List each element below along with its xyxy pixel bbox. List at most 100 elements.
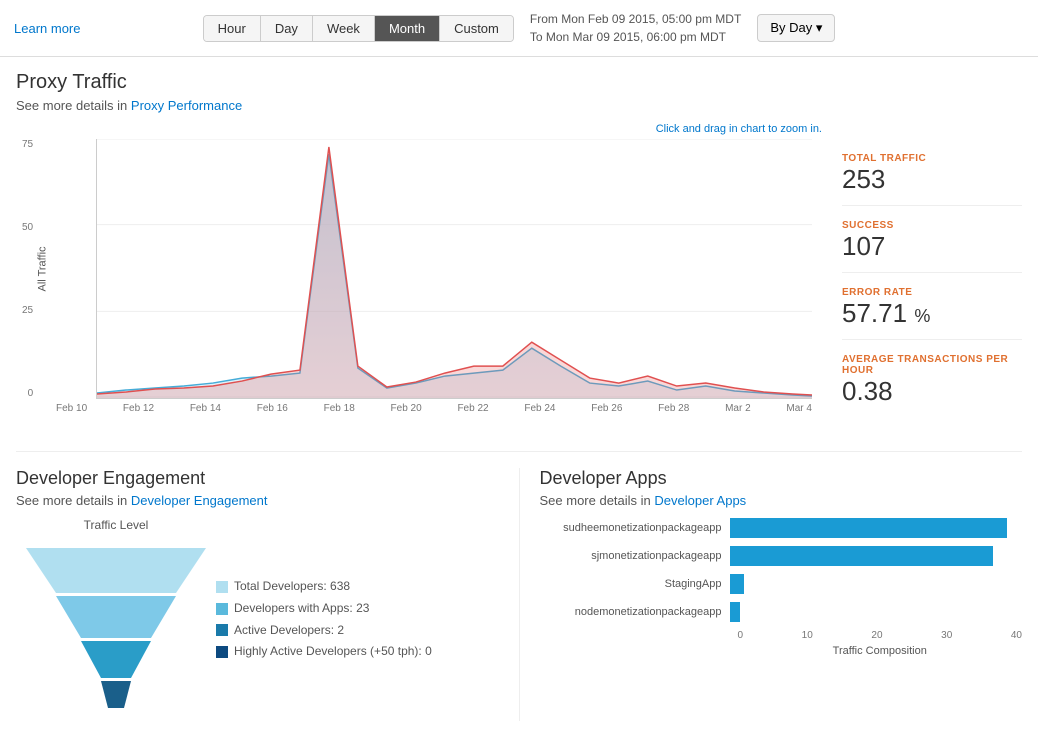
developer-engagement-title: Developer Engagement xyxy=(16,468,499,489)
legend-item-4: Highly Active Developers (+50 tph): 0 xyxy=(216,641,432,663)
error-rate-label: ERROR RATE xyxy=(842,287,1022,298)
x-label-feb10: Feb 10 xyxy=(56,403,87,414)
learn-more-link[interactable]: Learn more xyxy=(14,21,80,36)
bottom-sections: Developer Engagement See more details in… xyxy=(16,451,1022,721)
chart-hint: Click and drag in chart to zoom in. xyxy=(16,123,822,135)
bar-label-0: sudheemonetizationpackageapp xyxy=(540,522,730,534)
bar-label-1: sjmonetizationpackageapp xyxy=(540,550,730,562)
error-rate-value: 57.71 % xyxy=(842,298,1022,329)
bar-track-0 xyxy=(730,518,1023,538)
main-content: Proxy Traffic See more details in Proxy … xyxy=(0,57,1038,735)
avg-trans-value: 0.38 xyxy=(842,376,1022,407)
legend-item-2: Developers with Apps: 23 xyxy=(216,598,432,620)
funnel-layer-4 xyxy=(101,681,131,708)
custom-button[interactable]: Custom xyxy=(440,16,513,41)
x-tick-20: 20 xyxy=(871,630,882,641)
bar-track-2 xyxy=(730,574,1023,594)
bar-fill-3 xyxy=(730,602,740,622)
total-traffic-value: 253 xyxy=(842,164,1022,195)
date-range: From Mon Feb 09 2015, 05:00 pm MDT To Mo… xyxy=(530,10,741,46)
developer-apps-section: Developer Apps See more details in Devel… xyxy=(519,468,1023,721)
x-label-feb16: Feb 16 xyxy=(257,403,288,414)
funnel-chart-wrapper: Traffic Level xyxy=(16,518,216,721)
date-range-line2: To Mon Mar 09 2015, 06:00 pm MDT xyxy=(530,28,741,46)
developer-engagement-link[interactable]: Developer Engagement xyxy=(131,493,268,508)
x-tick-40: 40 xyxy=(1011,630,1022,641)
success-value: 107 xyxy=(842,231,1022,262)
chart-left: Click and drag in chart to zoom in. All … xyxy=(16,123,822,431)
y-axis-title: All Traffic xyxy=(37,246,49,291)
bar-x-axis: 0 10 20 30 40 xyxy=(738,630,1023,641)
y-axis-labels: 75 50 25 0 xyxy=(22,139,37,399)
funnel-layer-3 xyxy=(81,641,151,678)
avg-trans-stat: AVERAGE TRANSACTIONS PER HOUR 0.38 xyxy=(842,354,1022,417)
x-label-feb28: Feb 28 xyxy=(658,403,689,414)
proxy-traffic-section: Proxy Traffic See more details in Proxy … xyxy=(16,71,1022,113)
x-label-feb22: Feb 22 xyxy=(457,403,488,414)
see-more-text: See more details in xyxy=(16,98,131,113)
red-line xyxy=(97,147,812,395)
bar-fill-1 xyxy=(730,546,993,566)
hour-button[interactable]: Hour xyxy=(204,16,261,41)
x-label-feb14: Feb 14 xyxy=(190,403,221,414)
x-label-mar2: Mar 2 xyxy=(725,403,751,414)
bar-label-2: StagingApp xyxy=(540,578,730,590)
x-label-feb12: Feb 12 xyxy=(123,403,154,414)
legend-dot-2 xyxy=(216,603,228,615)
y-label-25: 25 xyxy=(22,305,33,316)
red-area xyxy=(97,147,812,398)
legend-dot-3 xyxy=(216,624,228,636)
y-label-75: 75 xyxy=(22,139,33,150)
date-range-line1: From Mon Feb 09 2015, 05:00 pm MDT xyxy=(530,10,741,28)
developer-apps-link[interactable]: Developer Apps xyxy=(654,493,746,508)
success-label: SUCCESS xyxy=(842,220,1022,231)
x-label-feb24: Feb 24 xyxy=(524,403,555,414)
proxy-traffic-see-more: See more details in Proxy Performance xyxy=(16,98,1022,113)
x-tick-30: 30 xyxy=(941,630,952,641)
x-label-feb18: Feb 18 xyxy=(324,403,355,414)
proxy-traffic-title: Proxy Traffic xyxy=(16,71,1022,94)
blue-area xyxy=(97,154,812,398)
time-buttons: Hour Day Week Month Custom xyxy=(203,15,514,42)
bar-x-label: Traffic Composition xyxy=(738,645,1023,657)
developer-engagement-section: Developer Engagement See more details in… xyxy=(16,468,499,721)
bar-track-1 xyxy=(730,546,1023,566)
by-day-button[interactable]: By Day ▾ xyxy=(757,14,835,42)
x-tick-10: 10 xyxy=(802,630,813,641)
y-label-50: 50 xyxy=(22,222,33,233)
x-label-mar4: Mar 4 xyxy=(786,403,812,414)
success-stat: SUCCESS 107 xyxy=(842,220,1022,273)
dev-apps-see-more: See more details in Developer Apps xyxy=(540,493,1023,508)
stats-panel: TOTAL TRAFFIC 253 SUCCESS 107 ERROR RATE… xyxy=(822,123,1022,431)
funnel-container: Traffic Level Total Developers: 6 xyxy=(16,518,499,721)
bar-row-0: sudheemonetizationpackageapp xyxy=(540,518,1023,538)
month-button[interactable]: Month xyxy=(375,16,440,41)
legend-item-1: Total Developers: 638 xyxy=(216,576,432,598)
legend-dot-1 xyxy=(216,581,228,593)
day-button[interactable]: Day xyxy=(261,16,313,41)
dev-engagement-see-more: See more details in Developer Engagement xyxy=(16,493,499,508)
total-traffic-label: TOTAL TRAFFIC xyxy=(842,153,1022,164)
x-label-feb20: Feb 20 xyxy=(391,403,422,414)
bar-row-2: StagingApp xyxy=(540,574,1023,594)
bar-fill-2 xyxy=(730,574,745,594)
funnel-legend: Total Developers: 638 Developers with Ap… xyxy=(216,576,432,662)
funnel-layer-1 xyxy=(26,548,206,593)
top-bar: Learn more Hour Day Week Month Custom Fr… xyxy=(0,0,1038,57)
bar-fill-0 xyxy=(730,518,1008,538)
developer-apps-title: Developer Apps xyxy=(540,468,1023,489)
legend-dot-4 xyxy=(216,646,228,658)
proxy-performance-link[interactable]: Proxy Performance xyxy=(131,98,242,113)
avg-trans-label: AVERAGE TRANSACTIONS PER HOUR xyxy=(842,354,1022,376)
chart-area[interactable] xyxy=(96,139,812,399)
traffic-chart-svg xyxy=(97,139,812,398)
x-axis-labels: Feb 10 Feb 12 Feb 14 Feb 16 Feb 18 Feb 2… xyxy=(56,403,812,414)
y-label-0: 0 xyxy=(22,388,33,399)
bar-row-3: nodemonetizationpackageapp xyxy=(540,602,1023,622)
week-button[interactable]: Week xyxy=(313,16,375,41)
funnel-layer-2 xyxy=(56,596,176,638)
chart-container: Click and drag in chart to zoom in. All … xyxy=(16,123,1022,431)
blue-line xyxy=(97,154,812,396)
bar-label-3: nodemonetizationpackageapp xyxy=(540,606,730,618)
funnel-label: Traffic Level xyxy=(16,518,216,532)
